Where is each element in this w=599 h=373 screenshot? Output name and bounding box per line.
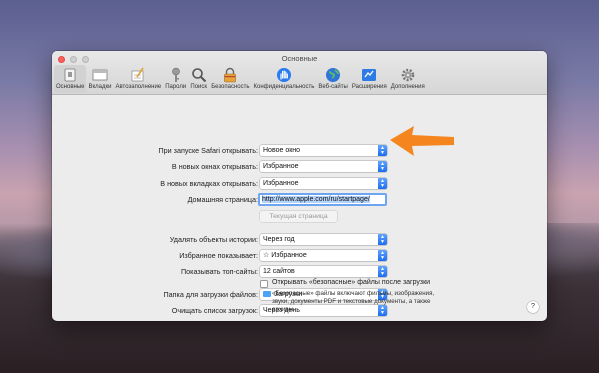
- tab-general[interactable]: Основные: [54, 65, 87, 93]
- autofill-icon: [130, 66, 147, 83]
- select-value: Избранное: [271, 252, 307, 259]
- tab-extensions[interactable]: Расширения: [350, 65, 389, 93]
- row-top-sites: Показывать топ-сайты: 12 сайтов ▲ ▼: [52, 266, 547, 277]
- safari-preferences-window: Основные Основные Вкладки Автозаполнение: [52, 51, 547, 321]
- field-label: В новых окнах открывать:: [171, 162, 258, 171]
- favorites-shows-select[interactable]: ☆ Избранное ▲ ▼: [260, 250, 387, 261]
- help-button[interactable]: ?: [527, 301, 539, 313]
- row-homepage: Домашняя страница: http://www.apple.com/…: [52, 193, 547, 206]
- row-favorites-shows: Избранное показывает: ☆ Избранное ▲ ▼: [52, 250, 547, 261]
- row-new-tabs-open-with: В новых вкладках открывать: Избранное ▲ ▼: [52, 178, 547, 189]
- row-current-page: Текущая страница: [52, 211, 547, 222]
- window-title: Основные: [281, 54, 318, 63]
- globe-icon: [325, 66, 342, 83]
- select-value: Избранное: [263, 180, 299, 187]
- tab-label: Расширения: [351, 84, 387, 90]
- remove-history-select[interactable]: Через год ▲ ▼: [260, 234, 387, 245]
- new-tabs-open-with-select[interactable]: Избранное ▲ ▼: [260, 178, 387, 189]
- general-icon: [62, 66, 79, 83]
- tab-autofill[interactable]: Автозаполнение: [113, 65, 163, 93]
- key-icon: [167, 66, 184, 83]
- lock-icon: [222, 66, 239, 83]
- tab-label: Автозаполнение: [115, 84, 162, 90]
- chevron-updown-icon: ▲ ▼: [378, 266, 387, 277]
- field-label: Папка для загрузки файлов:: [163, 290, 258, 299]
- field-label: При запуске Safari открывать:: [158, 146, 258, 155]
- field-label: В новых вкладках открывать:: [160, 179, 258, 188]
- chevron-updown-icon: ▲ ▼: [378, 178, 387, 189]
- set-to-current-page-button[interactable]: Текущая страница: [260, 211, 337, 222]
- select-value: 12 сайтов: [263, 268, 295, 275]
- tab-label: Вкладки: [88, 84, 112, 90]
- select-value: Новое окно: [263, 147, 301, 154]
- folder-icon: [263, 290, 271, 297]
- tab-passwords[interactable]: Пароли: [163, 65, 188, 93]
- tab-tabs[interactable]: Вкладки: [86, 65, 113, 93]
- select-value: Через год: [263, 236, 295, 243]
- tab-label: Дополнения: [390, 84, 425, 90]
- tab-advanced[interactable]: Дополнения: [389, 65, 427, 93]
- field-label: Удалять объекты истории:: [169, 235, 258, 244]
- tab-security[interactable]: Безопасность: [209, 65, 251, 93]
- hand-icon: [275, 66, 292, 83]
- safari-opens-with-select[interactable]: Новое окно ▲ ▼: [260, 145, 387, 156]
- tab-label: Поиск: [190, 84, 208, 90]
- homepage-url: http://www.apple.com/ru/startpage/: [262, 196, 370, 203]
- field-label: Избранное показывает:: [179, 251, 258, 260]
- gear-icon: [399, 66, 416, 83]
- new-windows-open-with-select[interactable]: Избранное ▲ ▼: [260, 161, 387, 172]
- search-icon: [190, 66, 207, 83]
- puzzle-icon: [361, 66, 378, 83]
- general-pane: При запуске Safari открывать: Новое окно…: [52, 95, 547, 321]
- preferences-toolbar: Основные Вкладки Автозаполнение Пароли П…: [54, 65, 427, 93]
- annotation-arrow-icon: [390, 126, 454, 156]
- chevron-updown-icon: ▲ ▼: [378, 234, 387, 245]
- chevron-updown-icon: ▲ ▼: [378, 250, 387, 261]
- chevron-updown-icon: ▲ ▼: [378, 145, 387, 156]
- field-label: Показывать топ-сайты:: [180, 267, 258, 276]
- tab-privacy[interactable]: Конфиденциальность: [252, 65, 317, 93]
- field-label: Очищать список загрузок:: [171, 306, 258, 315]
- row-new-windows-open-with: В новых окнах открывать: Избранное ▲ ▼: [52, 161, 547, 172]
- tab-label: Пароли: [165, 84, 187, 90]
- tab-label: Конфиденциальность: [253, 84, 315, 90]
- safe-files-note: «Безопасные» файлы включают фильмы, изоб…: [272, 290, 435, 313]
- tabs-icon: [91, 66, 108, 83]
- chevron-updown-icon: ▲ ▼: [378, 161, 387, 172]
- top-sites-select[interactable]: 12 сайтов ▲ ▼: [260, 266, 387, 277]
- open-safe-files-checkbox[interactable]: [260, 280, 268, 288]
- tab-label: Основные: [56, 84, 85, 90]
- row-remove-history: Удалять объекты истории: Через год ▲ ▼: [52, 234, 547, 245]
- title-bar: Основные Основные Вкладки Автозаполнение: [52, 51, 547, 95]
- select-value: Избранное: [263, 163, 299, 170]
- tab-label: Безопасность: [211, 84, 250, 90]
- homepage-input[interactable]: http://www.apple.com/ru/startpage/: [258, 193, 387, 206]
- tab-label: Веб-сайты: [318, 84, 348, 90]
- star-icon: ☆: [263, 252, 272, 259]
- tab-search[interactable]: Поиск: [188, 65, 209, 93]
- field-label: Домашняя страница:: [187, 195, 258, 204]
- row-safari-opens-with: При запуске Safari открывать: Новое окно…: [52, 145, 547, 156]
- tab-websites[interactable]: Веб-сайты: [316, 65, 349, 93]
- open-safe-files-label[interactable]: Открывать «безопасные» файлы после загру…: [272, 279, 430, 286]
